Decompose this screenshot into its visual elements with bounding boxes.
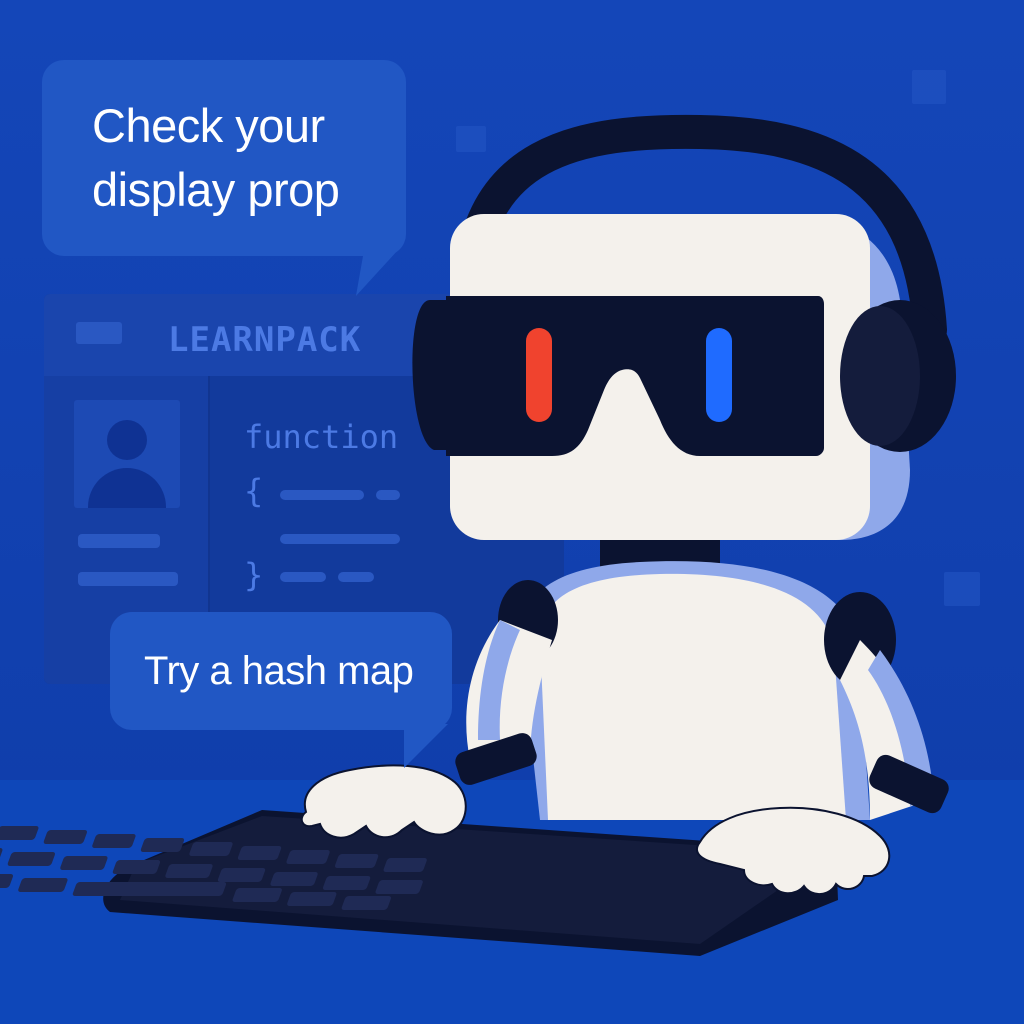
right-ear-cup-inner [840,306,920,446]
left-hand [300,764,467,839]
right-eye [706,328,732,422]
scene: LEARNPACK function { } Check your displa… [0,0,1024,1024]
robot-torso-front [540,573,846,820]
speech-bubble-text: Try a hash map [144,649,414,693]
robot-illustration [0,114,956,956]
speech-bubble-bottom: Try a hash map [110,612,452,768]
left-eye [526,328,552,422]
speech-bubble-tail [404,724,448,768]
